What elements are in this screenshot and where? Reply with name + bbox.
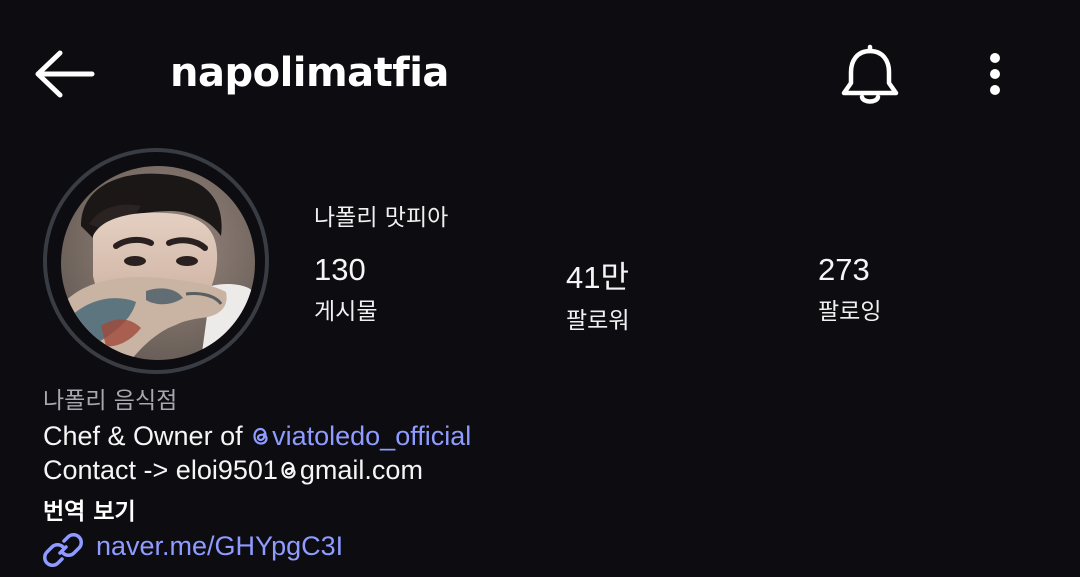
more-vertical-icon: [990, 53, 1000, 95]
posts-stat[interactable]: 130 게시물: [314, 252, 377, 326]
following-stat[interactable]: 273 팔로잉: [818, 252, 881, 326]
link-icon: [43, 530, 83, 570]
avatar[interactable]: [61, 166, 255, 360]
posts-label: 게시물: [314, 299, 378, 325]
mention-handle: viatoledo_official: [272, 421, 472, 451]
bio-line-1-text: Chef & Owner of: [43, 421, 251, 451]
display-name: 나폴리 맛피아: [314, 205, 449, 231]
threads-icon: [253, 427, 268, 445]
threads-mention-link[interactable]: viatoledo_official: [250, 421, 471, 451]
profile-username: napolimatfia: [170, 50, 449, 96]
notifications-button[interactable]: [835, 42, 905, 108]
threads-icon: [281, 461, 296, 479]
see-translation-button[interactable]: 번역 보기: [43, 492, 136, 526]
following-label: 팔로잉: [818, 299, 882, 325]
followers-count: 41만: [566, 260, 630, 295]
profile-category: 나폴리 음식점: [43, 388, 178, 414]
posts-count: 130: [314, 252, 366, 287]
bio-external-link[interactable]: naver.me/GHYpgC3I: [96, 531, 343, 562]
back-button[interactable]: [30, 48, 100, 100]
bio-line-2: Contact -> eloi9501 gmail.com: [43, 455, 423, 486]
followers-label: 팔로워: [566, 308, 630, 334]
profile-photo: [61, 166, 255, 360]
bell-icon: [841, 44, 899, 104]
bio-contact-domain: gmail.com: [299, 455, 423, 485]
more-options-button[interactable]: [972, 44, 1018, 104]
bio-line-1: Chef & Owner of viatoledo_official: [43, 421, 471, 452]
arrow-left-icon: [35, 50, 95, 98]
followers-stat[interactable]: 41만 팔로워: [566, 252, 629, 335]
following-count: 273: [818, 252, 870, 287]
bio-contact-text: Contact -> eloi9501: [43, 455, 278, 485]
